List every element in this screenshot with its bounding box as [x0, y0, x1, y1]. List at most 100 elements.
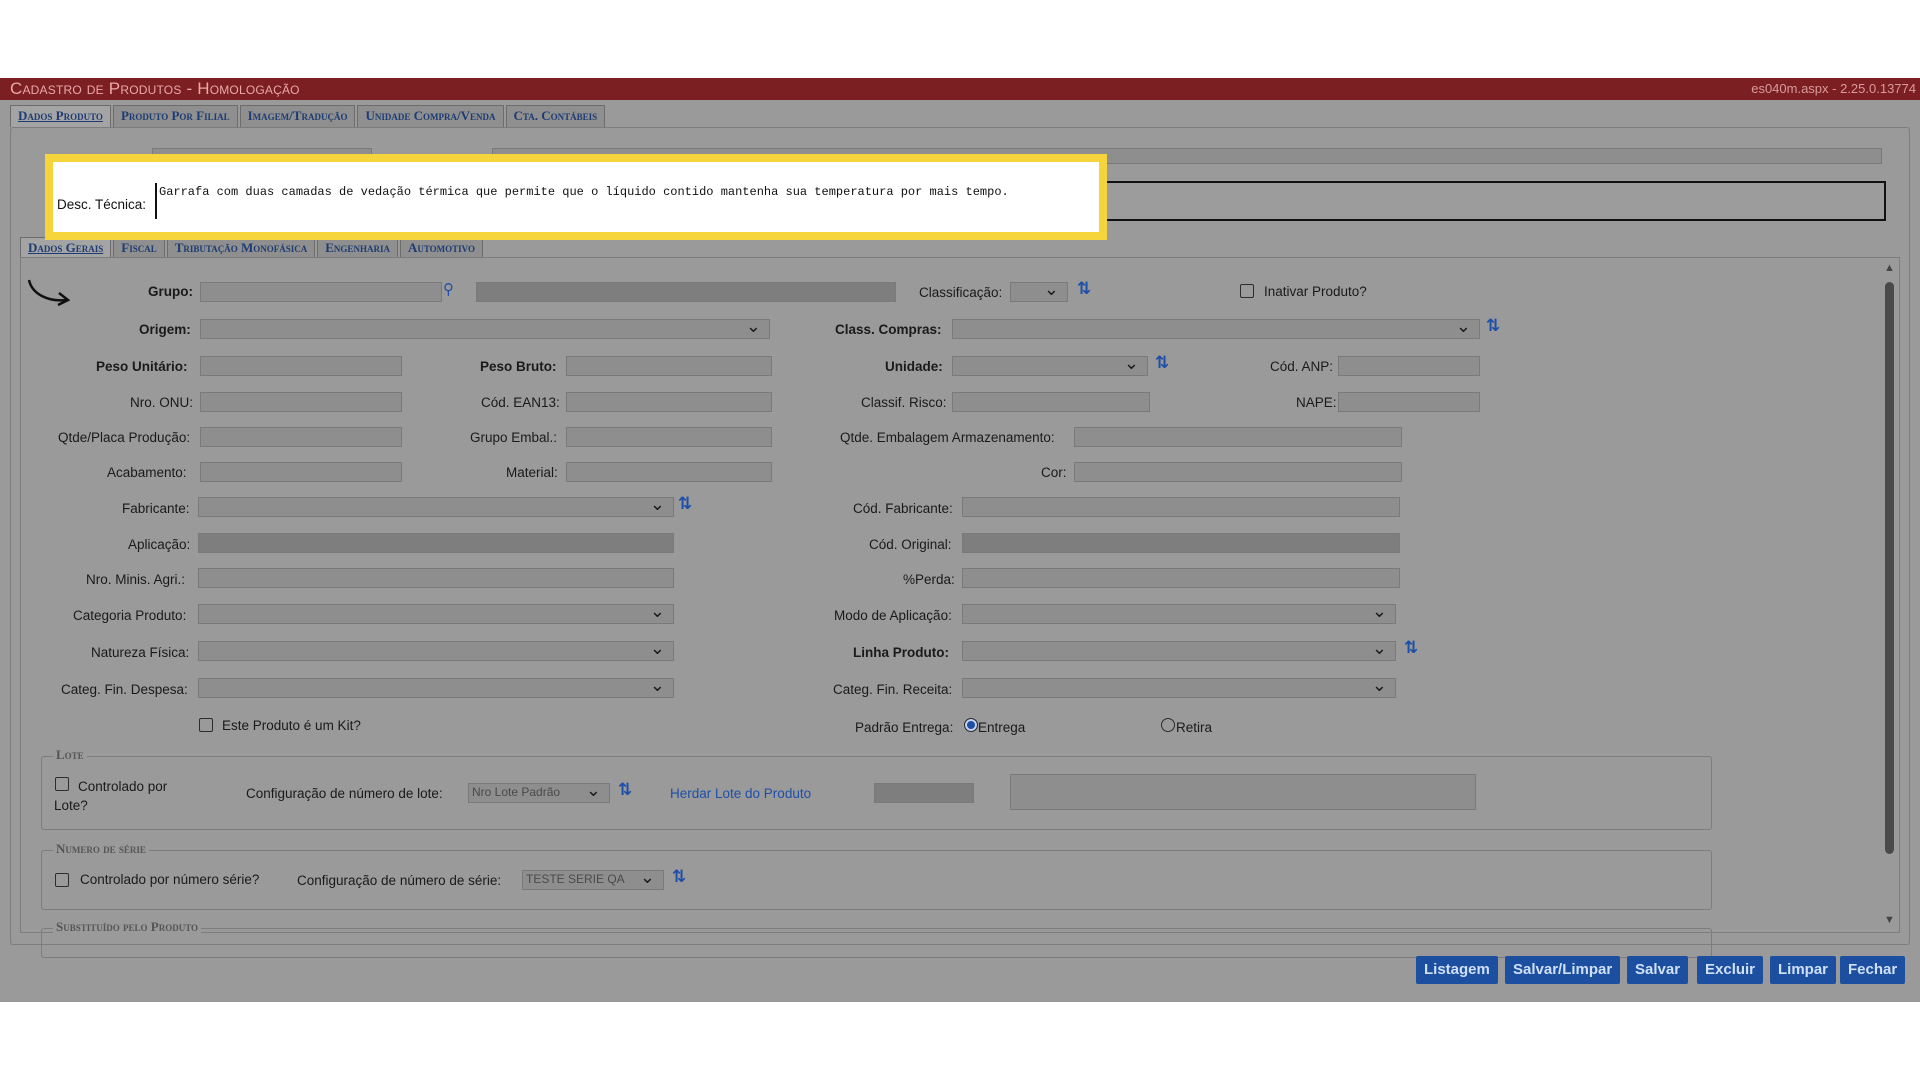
categ-fin-receita-select[interactable]: [962, 675, 1396, 698]
peso-bruto-label: Peso Bruto:: [480, 359, 557, 374]
cor-input[interactable]: [1074, 462, 1402, 482]
classificacao-select[interactable]: [1010, 279, 1068, 302]
perda-label: %Perda:: [903, 572, 955, 587]
nape-input[interactable]: [1338, 392, 1480, 412]
class-compras-select[interactable]: [952, 316, 1480, 339]
unidade-select[interactable]: [952, 353, 1148, 376]
linha-produto-select[interactable]: [962, 638, 1396, 661]
retira-radio[interactable]: [1161, 718, 1175, 732]
cod-original-input: [962, 533, 1400, 553]
serie-config-label: Configuração de número de série:: [297, 873, 502, 888]
modo-aplicacao-select[interactable]: [962, 601, 1396, 624]
limpar-button[interactable]: Limpar: [1770, 956, 1837, 984]
tab-unidade-compra-venda[interactable]: Unidade Compra/Venda: [357, 105, 504, 127]
refresh-icon[interactable]: ⇅: [1486, 316, 1500, 336]
salvar-limpar-button[interactable]: Salvar/Limpar: [1505, 956, 1621, 984]
tab-imagem-traducao[interactable]: Imagem/Tradução: [239, 105, 356, 127]
tab-tributacao-monofasica[interactable]: Tributação Monofásica: [166, 237, 316, 257]
padrao-entrega-label: Padrão Entrega:: [855, 720, 954, 735]
lote-textarea[interactable]: [1010, 774, 1476, 810]
scroll-thumb[interactable]: [1885, 282, 1894, 854]
refresh-icon[interactable]: ⇅: [1155, 353, 1169, 373]
nape-label: NAPE:: [1296, 395, 1337, 410]
kit-checkbox[interactable]: [199, 718, 213, 732]
cod-fabricante-input[interactable]: [962, 497, 1400, 517]
class-compras-label: Class. Compras:: [835, 322, 942, 337]
kit-label: Este Produto é um Kit?: [222, 718, 361, 733]
refresh-icon[interactable]: ⇅: [678, 494, 692, 514]
cod-ean13-label: Cód. EAN13:: [481, 395, 560, 410]
tab-engenharia[interactable]: Engenharia: [317, 237, 398, 257]
categoria-produto-select[interactable]: [198, 601, 674, 624]
substituido-legend: Substituído pelo Produto: [53, 919, 202, 935]
classificacao-label: Classificação:: [919, 285, 1003, 300]
perda-input[interactable]: [962, 568, 1400, 588]
herdar-lote-link[interactable]: Herdar Lote do Produto: [670, 786, 811, 801]
peso-unitario-label: Peso Unitário:: [96, 359, 188, 374]
fabricante-label: Fabricante:: [122, 501, 190, 516]
nro-onu-input[interactable]: [200, 392, 402, 412]
aplicacao-input: [198, 533, 674, 553]
cor-label: Cor:: [1041, 465, 1067, 480]
refresh-icon[interactable]: ⇅: [618, 780, 632, 800]
origem-select[interactable]: [200, 316, 770, 339]
qtde-placa-label: Qtde/Placa Produção:: [58, 430, 191, 445]
peso-bruto-input[interactable]: [566, 356, 772, 376]
lote-config-select[interactable]: Nro Lote Padrão: [468, 780, 610, 803]
tab-automotivo[interactable]: Automotivo: [399, 237, 484, 257]
material-input[interactable]: [566, 462, 772, 482]
categ-fin-despesa-select[interactable]: [198, 675, 674, 698]
scroll-down-icon[interactable]: ▼: [1884, 914, 1895, 926]
top-tabs: Dados Produto Produto Por Filial Imagem/…: [10, 105, 607, 127]
cod-ean13-input[interactable]: [566, 392, 772, 412]
fechar-button[interactable]: Fechar: [1840, 956, 1906, 984]
vertical-scrollbar[interactable]: ▲ ▼: [1882, 262, 1896, 930]
inativar-checkbox[interactable]: [1240, 284, 1254, 298]
herdar-lote-field: [874, 783, 974, 803]
unidade-label: Unidade:: [885, 359, 943, 374]
qtde-emb-arm-label: Qtde. Embalagem Armazenamento:: [840, 430, 1055, 445]
serie-controlado-label: Controlado por número série?: [80, 872, 260, 887]
window-title: Cadastro de Produtos - Homologação: [10, 79, 300, 98]
acabamento-input[interactable]: [200, 462, 402, 482]
linha-produto-label: Linha Produto:: [853, 645, 949, 660]
nro-onu-label: Nro. ONU:: [130, 395, 194, 410]
listagem-button[interactable]: Listagem: [1416, 956, 1498, 984]
nro-minis-agri-input[interactable]: [198, 568, 674, 588]
natureza-fisica-label: Natureza Física:: [91, 645, 190, 660]
refresh-icon[interactable]: ⇅: [1077, 279, 1091, 299]
qtde-emb-arm-input[interactable]: [1074, 427, 1402, 447]
refresh-icon[interactable]: ⇅: [672, 867, 686, 887]
entrega-radio[interactable]: [964, 718, 978, 732]
substituido-fieldset: [41, 928, 1712, 958]
search-icon[interactable]: ⚲: [443, 280, 454, 298]
inativar-label: Inativar Produto?: [1264, 284, 1367, 299]
cod-fabricante-label: Cód. Fabricante:: [853, 501, 953, 516]
grupo-label: Grupo:: [148, 284, 193, 299]
curved-arrow-icon: [27, 279, 71, 307]
salvar-button[interactable]: Salvar: [1627, 956, 1689, 984]
peso-unitario-input[interactable]: [200, 356, 402, 376]
desc-tecnica-textarea[interactable]: Garrafa com duas camadas de vedação térm…: [155, 183, 1097, 219]
classif-risco-input[interactable]: [952, 392, 1150, 412]
excluir-button[interactable]: Excluir: [1697, 956, 1764, 984]
scroll-up-icon[interactable]: ▲: [1884, 262, 1895, 274]
serie-config-select[interactable]: TESTE SERIE QA: [522, 867, 664, 890]
serie-checkbox[interactable]: [55, 873, 69, 887]
cod-anp-input[interactable]: [1338, 356, 1480, 376]
refresh-icon[interactable]: ⇅: [1404, 638, 1418, 658]
grupo-embal-input[interactable]: [566, 427, 772, 447]
origem-label: Origem:: [139, 322, 191, 337]
tab-dados-gerais[interactable]: Dados Gerais: [20, 237, 112, 257]
tab-cta-contabeis[interactable]: Cta. Contábeis: [505, 105, 606, 127]
fabricante-select[interactable]: [198, 494, 674, 517]
retira-label: Retira: [1176, 720, 1213, 735]
natureza-fisica-select[interactable]: [198, 638, 674, 661]
grupo-input[interactable]: [200, 282, 442, 302]
qtde-placa-input[interactable]: [200, 427, 402, 447]
tab-fiscal[interactable]: Fiscal: [113, 237, 165, 257]
tab-produto-por-filial[interactable]: Produto Por Filial: [112, 105, 238, 127]
nro-minis-agri-label: Nro. Minis. Agri.:: [86, 572, 186, 587]
tab-dados-produto[interactable]: Dados Produto: [10, 105, 111, 127]
sub-tabs: Dados Gerais Fiscal Tributação Monofásic…: [20, 237, 485, 257]
